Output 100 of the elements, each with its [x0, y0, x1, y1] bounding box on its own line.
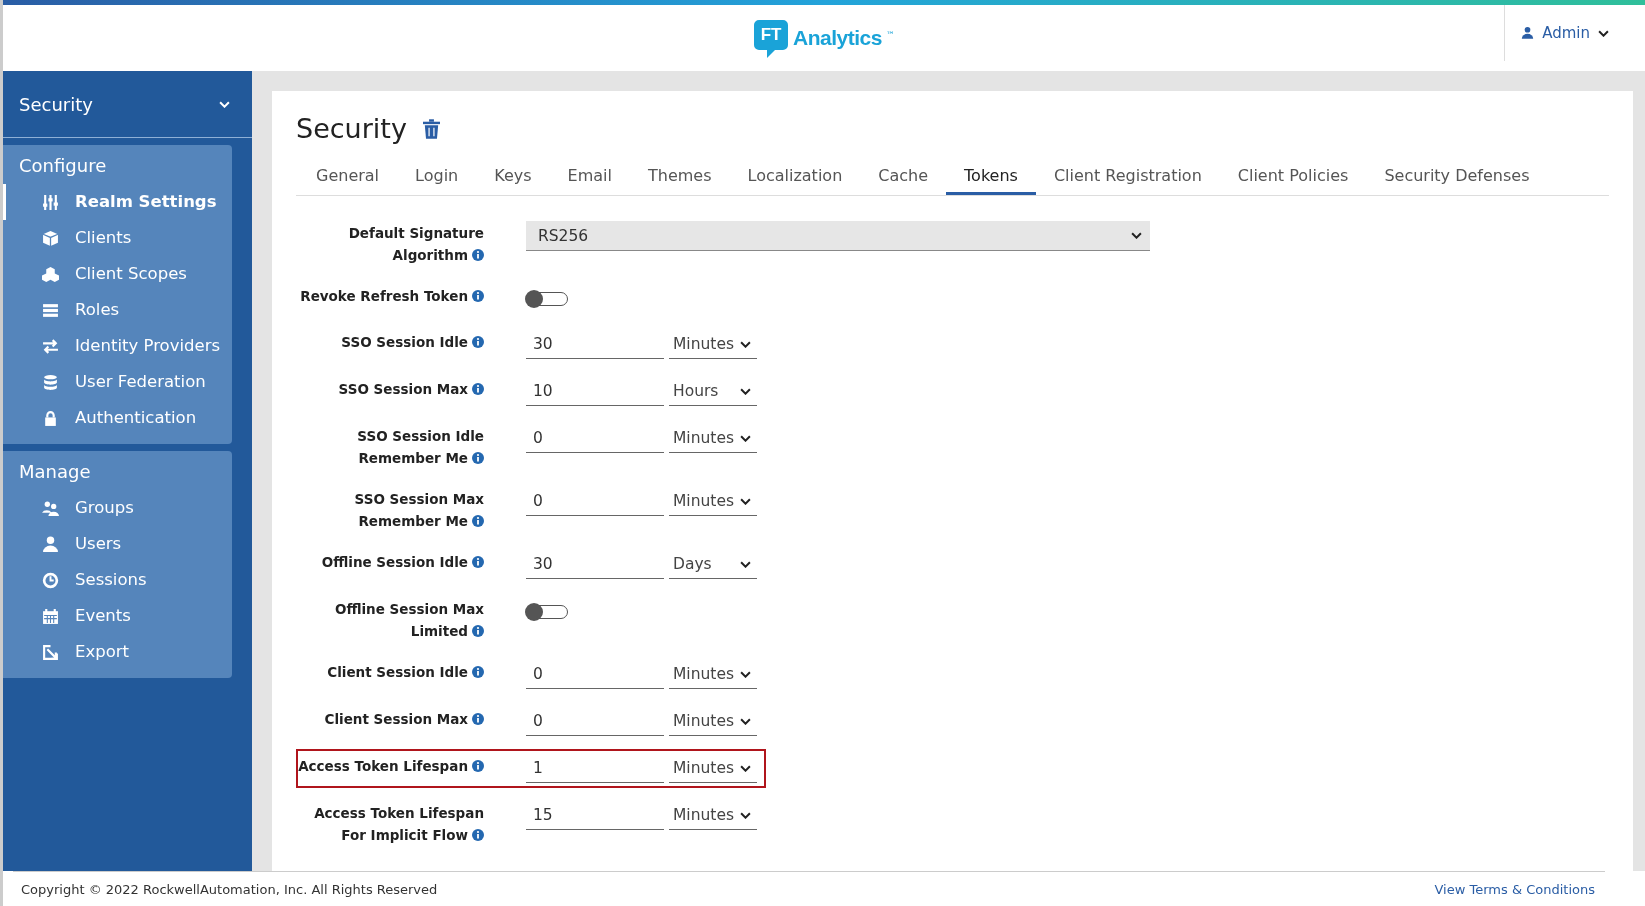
nav-item[interactable]: Sessions — [3, 562, 232, 598]
toggle-switch[interactable] — [526, 605, 568, 619]
tab[interactable]: Email — [549, 158, 630, 195]
tab[interactable]: Keys — [476, 158, 550, 195]
field-label: SSO Session Max Remember Me — [353, 490, 484, 531]
nav-item[interactable]: Users — [3, 526, 232, 562]
user-menu[interactable]: Admin — [1504, 5, 1609, 61]
tab[interactable]: Themes — [629, 158, 730, 195]
field-label: Access Token Lifespan For Implicit Flow — [313, 804, 484, 845]
lock-icon — [42, 410, 59, 427]
users-icon — [42, 500, 59, 517]
calendar-icon — [42, 608, 59, 625]
number-field[interactable]: 0 — [526, 424, 664, 453]
toggle-switch[interactable] — [526, 292, 568, 306]
clock-icon — [42, 572, 59, 589]
field-label: SSO Session Idle — [298, 330, 484, 353]
chevron-down-icon — [740, 811, 751, 819]
chevron-down-icon — [740, 340, 751, 348]
exchange-icon — [42, 338, 59, 355]
nav-item[interactable]: Realm Settings — [3, 184, 232, 220]
tab[interactable]: Login — [397, 158, 477, 195]
field-label: Offline Session Max Limited — [333, 600, 484, 641]
field-label: Client Session Max — [298, 707, 484, 730]
info-icon — [472, 713, 484, 725]
realm-selector[interactable]: Security — [3, 71, 252, 138]
tab[interactable]: Localization — [729, 158, 861, 195]
list-icon — [42, 302, 59, 319]
chevron-down-icon — [740, 670, 751, 678]
field-label: SSO Session Max — [298, 377, 484, 400]
unit-select[interactable]: Minutes — [669, 424, 757, 453]
chevron-down-icon — [1131, 232, 1142, 239]
chevron-down-icon — [1598, 29, 1609, 37]
info-icon — [472, 452, 484, 464]
chevron-down-icon — [740, 717, 751, 725]
info-icon — [472, 290, 484, 302]
info-icon — [472, 383, 484, 395]
trash-icon[interactable] — [422, 118, 440, 139]
number-field[interactable]: 30 — [526, 330, 664, 359]
nav-item[interactable]: Identity Providers — [3, 328, 232, 364]
user-icon — [1521, 26, 1535, 40]
number-field[interactable]: 10 — [526, 377, 664, 406]
trademark: ™ — [885, 30, 895, 40]
nav-item[interactable]: Roles — [3, 292, 232, 328]
nav-item[interactable]: Events — [3, 598, 232, 634]
logo-text: Analytics — [793, 26, 882, 50]
field-label: Revoke Refresh Token — [298, 284, 484, 307]
chevron-down-icon — [740, 497, 751, 505]
unit-select[interactable]: Minutes — [669, 330, 757, 359]
export-icon — [42, 644, 59, 661]
tab[interactable]: General — [298, 158, 398, 195]
tab[interactable]: Cache — [860, 158, 947, 195]
info-icon — [472, 666, 484, 678]
number-field[interactable]: 30 — [526, 550, 664, 579]
algorithm-select[interactable]: RS256 — [526, 221, 1150, 251]
unit-select[interactable]: Minutes — [669, 660, 757, 689]
info-icon — [472, 760, 484, 772]
cubes-icon — [42, 266, 59, 283]
field-label: Default Signature Algorithm — [347, 224, 484, 265]
info-icon — [472, 249, 484, 261]
chevron-down-icon — [740, 387, 751, 395]
chevron-down-icon — [740, 560, 751, 568]
info-icon — [472, 336, 484, 348]
cube-icon — [42, 230, 59, 247]
chevron-down-icon — [740, 764, 751, 772]
section-title: Manage — [18, 461, 92, 484]
nav-item[interactable]: Groups — [3, 490, 232, 526]
number-field[interactable]: 15 — [526, 801, 664, 830]
info-icon — [472, 515, 484, 527]
nav-item[interactable]: User Federation — [3, 364, 232, 400]
number-field[interactable]: 0 — [526, 660, 664, 689]
database-icon — [42, 374, 59, 391]
field-label: Offline Session Idle — [298, 550, 484, 573]
field-label: SSO Session Idle Remember Me — [356, 427, 484, 468]
number-field[interactable]: 0 — [526, 707, 664, 736]
info-icon — [472, 556, 484, 568]
unit-select[interactable]: Days — [669, 550, 757, 579]
unit-select[interactable]: Minutes — [669, 754, 757, 783]
unit-select[interactable]: Hours — [669, 377, 757, 406]
number-field[interactable]: 1 — [526, 754, 664, 783]
info-icon — [472, 625, 484, 637]
field-label: Access Token Lifespan — [298, 754, 484, 777]
unit-select[interactable]: Minutes — [669, 487, 757, 516]
tab[interactable]: Client Policies — [1219, 158, 1367, 195]
unit-select[interactable]: Minutes — [669, 801, 757, 830]
number-field[interactable]: 0 — [526, 487, 664, 516]
unit-select[interactable]: Minutes — [669, 707, 757, 736]
nav-item[interactable]: Authentication — [3, 400, 232, 436]
user-icon — [42, 536, 59, 553]
sliders-icon — [42, 194, 59, 211]
page-title: Security — [296, 113, 407, 144]
tab[interactable]: Tokens — [946, 158, 1036, 195]
tab[interactable]: Client Registration — [1035, 158, 1220, 195]
nav-item[interactable]: Export — [3, 634, 232, 670]
chevron-down-icon — [740, 434, 751, 442]
nav-item[interactable]: Clients — [3, 220, 232, 256]
tab[interactable]: Security Defenses — [1366, 158, 1548, 195]
info-icon — [472, 829, 484, 841]
nav-item[interactable]: Client Scopes — [3, 256, 232, 292]
section-title: Configure — [18, 155, 108, 178]
terms-link[interactable]: View Terms & Conditions — [1434, 881, 1595, 897]
